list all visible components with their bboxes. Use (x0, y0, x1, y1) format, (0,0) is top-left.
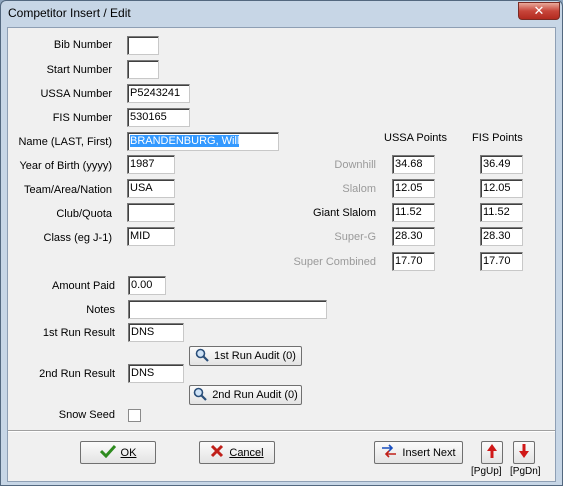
super-combined-label: Super Combined (293, 256, 376, 268)
amount-paid-label: Amount Paid (52, 280, 115, 292)
run2-result-input[interactable]: DNS (128, 364, 184, 383)
competitor-dialog: Competitor Insert / Edit ✕ Bib Number St… (0, 0, 563, 486)
class-label: Class (eg J-1) (43, 232, 112, 244)
downhill-ussa-input[interactable]: 34.68 (392, 155, 435, 174)
bib-number-input[interactable] (127, 36, 159, 55)
window-title: Competitor Insert / Edit (8, 6, 131, 20)
name-input[interactable]: BRANDENBURG, Will (127, 132, 279, 151)
page-down-button[interactable] (513, 441, 535, 464)
giant-slalom-ussa-input[interactable]: 11.52 (392, 203, 435, 222)
downhill-label: Downhill (334, 159, 376, 171)
start-number-input[interactable] (127, 60, 159, 79)
amount-paid-input[interactable]: 0.00 (128, 276, 166, 295)
team-input[interactable]: USA (127, 179, 175, 198)
bib-number-label: Bib Number (53, 39, 112, 51)
ussa-number-label: USSA Number (40, 88, 112, 100)
team-label: Team/Area/Nation (23, 184, 112, 196)
snow-seed-label: Snow Seed (58, 409, 115, 421)
cancel-button[interactable]: Cancel (199, 441, 275, 464)
ok-button[interactable]: OK (80, 441, 156, 464)
run1-audit-label: 1st Run Audit (0) (214, 350, 296, 362)
run2-audit-label: 2nd Run Audit (0) (212, 389, 298, 401)
super-g-fis-input[interactable]: 28.30 (480, 227, 523, 246)
notes-input[interactable] (128, 300, 327, 319)
ussa-points-header: USSA Points (384, 132, 447, 144)
slalom-label: Slalom (342, 183, 376, 195)
magnifier-icon (193, 387, 207, 404)
page-down-hint: [PgDn] (510, 466, 541, 477)
club-input[interactable] (127, 203, 175, 222)
button-separator (8, 430, 555, 432)
magnifier-icon (195, 348, 209, 365)
club-label: Club/Quota (56, 208, 112, 220)
ussa-number-input[interactable]: P5243241 (127, 84, 190, 103)
title-bar: Competitor Insert / Edit ✕ (1, 1, 562, 25)
insert-arrows-icon (381, 444, 397, 461)
year-of-birth-input[interactable]: 1987 (127, 155, 175, 174)
checkmark-icon (99, 444, 116, 461)
page-up-hint: [PgUp] (471, 466, 502, 477)
run2-result-label: 2nd Run Result (39, 368, 115, 380)
giant-slalom-fis-input[interactable]: 11.52 (480, 203, 523, 222)
downhill-fis-input[interactable]: 36.49 (480, 155, 523, 174)
notes-label: Notes (86, 304, 115, 316)
name-label: Name (LAST, First) (18, 136, 112, 148)
super-combined-ussa-input[interactable]: 17.70 (392, 252, 435, 271)
slalom-fis-input[interactable]: 12.05 (480, 179, 523, 198)
insert-next-label: Insert Next (402, 446, 456, 459)
fis-number-input[interactable]: 530165 (127, 108, 190, 127)
fis-points-header: FIS Points (472, 132, 523, 144)
insert-next-button[interactable]: Insert Next (374, 441, 463, 464)
super-g-label: Super-G (334, 231, 376, 243)
class-input[interactable]: MID (127, 227, 175, 246)
name-input-selection: BRANDENBURG, Will (130, 135, 240, 147)
ok-label: OK (120, 446, 137, 459)
close-button[interactable]: ✕ (518, 2, 560, 20)
run1-result-input[interactable]: DNS (128, 323, 184, 342)
run1-result-label: 1st Run Result (42, 327, 115, 339)
dialog-body: Bib Number Start Number USSA Number FIS … (7, 27, 556, 482)
start-number-label: Start Number (46, 64, 112, 76)
super-combined-fis-input[interactable]: 17.70 (480, 252, 523, 271)
fis-number-label: FIS Number (52, 112, 112, 124)
x-mark-icon (210, 444, 224, 461)
snow-seed-checkbox[interactable] (128, 409, 141, 422)
slalom-ussa-input[interactable]: 12.05 (392, 179, 435, 198)
year-of-birth-label: Year of Birth (yyyy) (19, 160, 112, 172)
run2-audit-button[interactable]: 2nd Run Audit (0) (189, 385, 302, 405)
arrow-up-icon (486, 443, 498, 462)
giant-slalom-label: Giant Slalom (313, 207, 376, 219)
run1-audit-button[interactable]: 1st Run Audit (0) (189, 346, 302, 366)
arrow-down-icon (518, 443, 530, 462)
page-up-button[interactable] (481, 441, 503, 464)
cancel-label: Cancel (229, 446, 264, 459)
super-g-ussa-input[interactable]: 28.30 (392, 227, 435, 246)
